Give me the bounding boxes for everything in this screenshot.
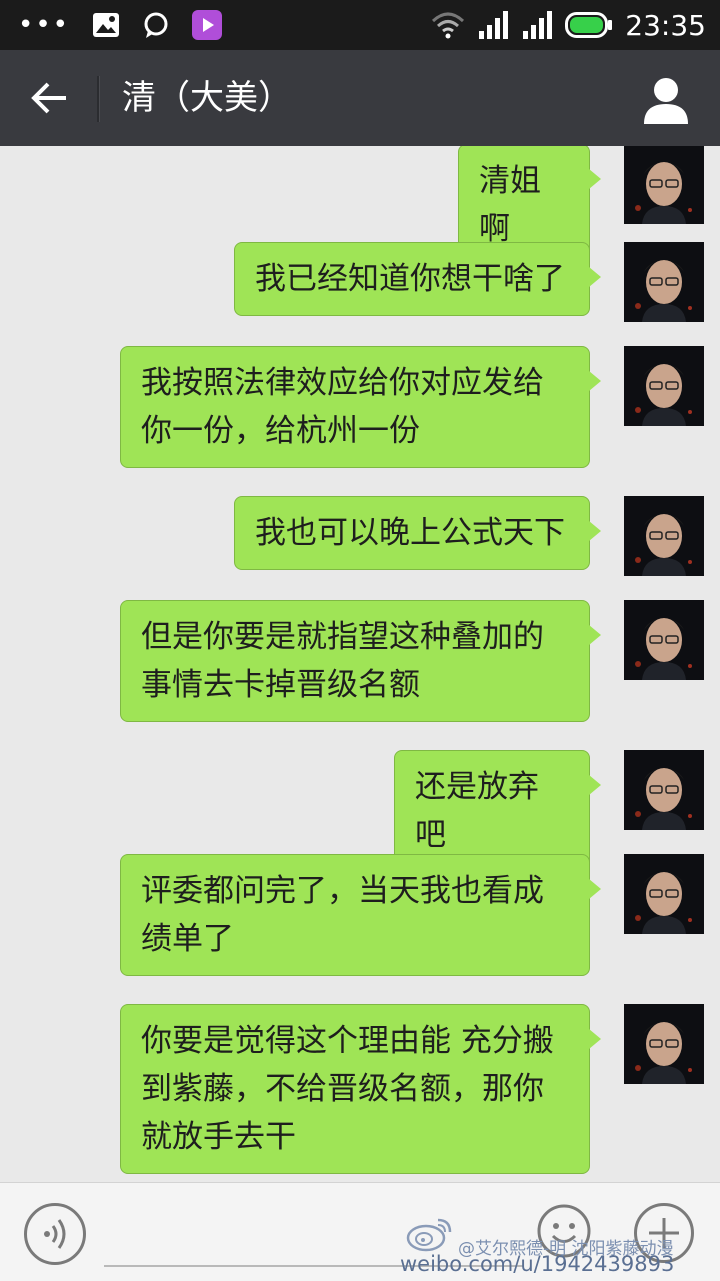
avatar-photo	[624, 496, 704, 576]
avatar-photo	[624, 854, 704, 934]
signal-icon	[523, 11, 553, 39]
clock-time: 23:35	[625, 8, 706, 42]
chat-title: 清（大美）	[122, 78, 292, 118]
avatar[interactable]	[624, 854, 704, 934]
title-divider	[97, 76, 100, 122]
video-icon	[192, 10, 223, 40]
avatar-photo	[624, 146, 704, 224]
message-bubble[interactable]: 我按照法律效应给你对应发给你一份，给杭州一份	[120, 346, 601, 468]
message-bubble[interactable]: 我也可以晚上公式天下	[234, 496, 601, 570]
avatar-photo	[624, 346, 704, 426]
image-icon	[93, 13, 120, 37]
watermark-url: weibo.com/u/1942439893	[400, 1252, 675, 1276]
chat-message-list[interactable]: 清姐啊 我已经知道你想干啥了 我按照法律效应给你对应发给你一份，给杭州一份 我也…	[0, 146, 720, 1182]
avatar[interactable]	[624, 146, 704, 224]
avatar[interactable]	[624, 496, 704, 576]
message-bubble[interactable]: 评委都问完了，当天我也看成绩单了	[120, 854, 601, 976]
avatar-photo	[624, 600, 704, 680]
chat-title-bar: 清（大美）	[0, 50, 720, 146]
avatar[interactable]	[624, 346, 704, 426]
battery-icon	[565, 12, 613, 38]
chat-bubble-icon	[144, 12, 168, 38]
avatar[interactable]	[624, 1004, 704, 1084]
avatar-photo	[624, 750, 704, 830]
message-bubble[interactable]: 我已经知道你想干啥了	[234, 242, 601, 316]
voice-button[interactable]	[24, 1203, 86, 1265]
avatar[interactable]	[624, 242, 704, 322]
more-icon: •••	[18, 10, 71, 40]
arrow-left-icon[interactable]	[22, 72, 76, 124]
message-bubble[interactable]: 但是你要是就指望这种叠加的事情去卡掉晋级名额	[120, 600, 601, 722]
message-bubble[interactable]: 你要是觉得这个理由能 充分搬到紫藤，不给晋级名额，那你就放手去干	[120, 1004, 601, 1174]
wifi-icon	[432, 12, 465, 39]
status-bar: ••• 23:35	[0, 0, 720, 50]
avatar-photo	[624, 242, 704, 322]
person-icon[interactable]	[638, 72, 694, 128]
voice-icon	[44, 1219, 66, 1249]
avatar[interactable]	[624, 600, 704, 680]
weibo-logo	[406, 1218, 452, 1252]
signal-icon	[479, 11, 509, 39]
avatar[interactable]	[624, 750, 704, 830]
avatar-photo	[624, 1004, 704, 1084]
